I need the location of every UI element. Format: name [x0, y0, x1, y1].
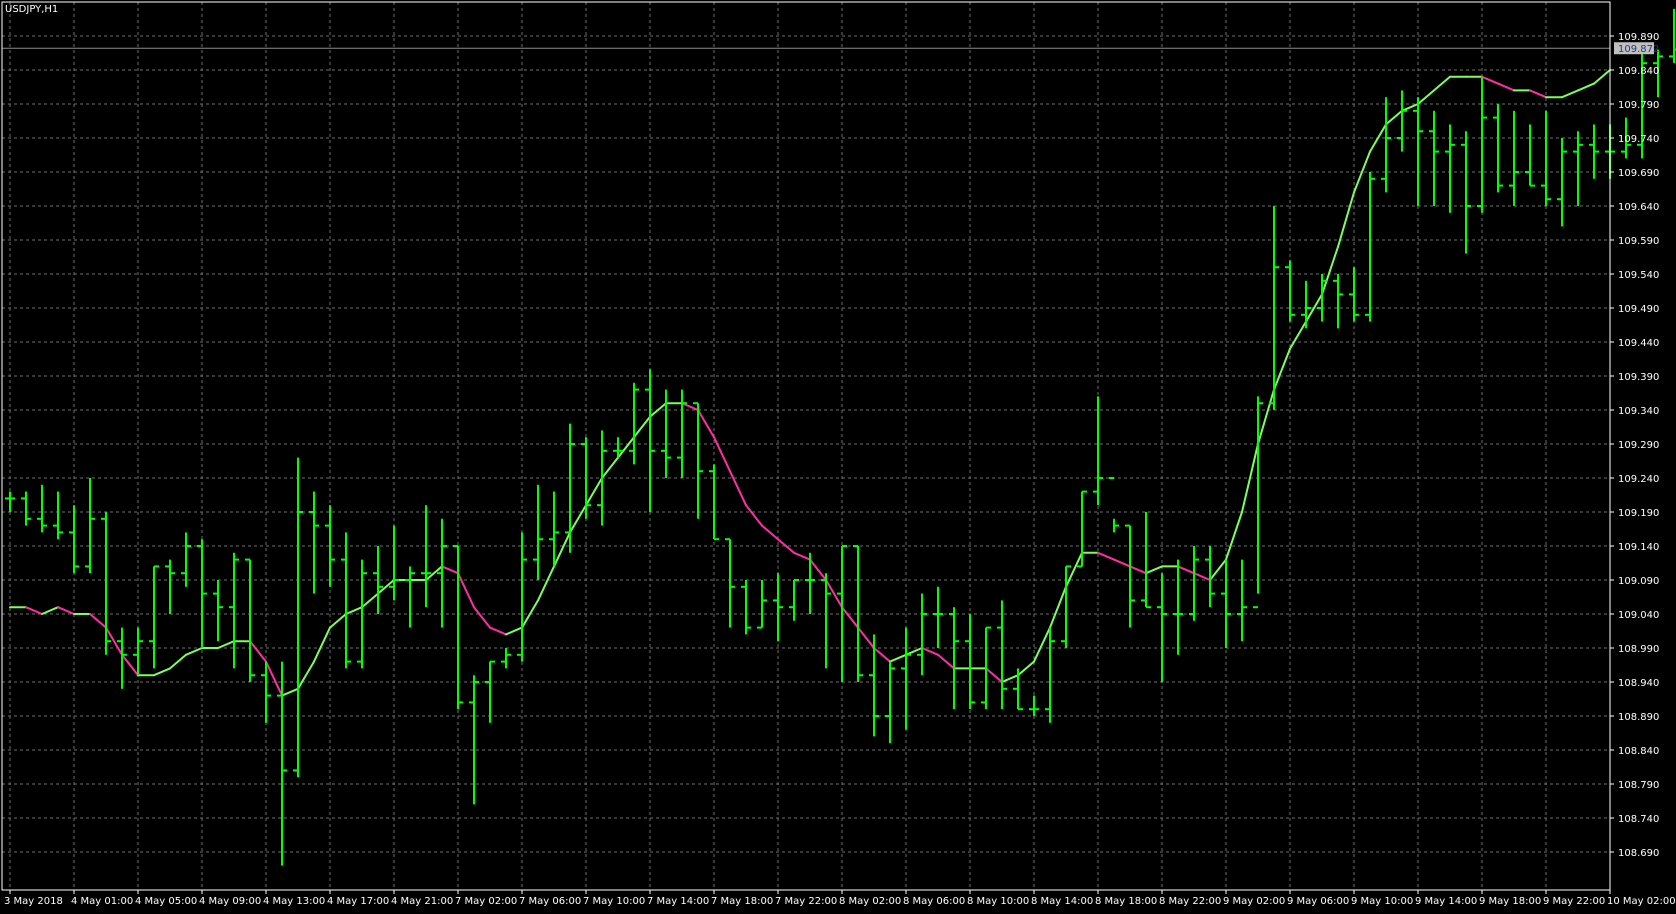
x-tick-label: 7 May 02:00	[455, 896, 517, 907]
y-tick-label: 109.890	[1618, 32, 1659, 43]
x-tick-label: 4 May 01:00	[71, 896, 133, 907]
x-tick-label: 9 May 14:00	[1415, 896, 1477, 907]
y-tick-label: 109.740	[1618, 134, 1659, 145]
x-tick-label: 9 May 10:00	[1351, 896, 1413, 907]
x-tick-label: 9 May 18:00	[1479, 896, 1541, 907]
x-tick-label: 8 May 06:00	[903, 896, 965, 907]
y-tick-label: 109.840	[1618, 66, 1659, 77]
y-tick-label: 109.440	[1618, 338, 1659, 349]
chart-window: 109.890 109.840 109.790 109.740 109.690 109.6…	[0, 0, 1676, 910]
x-tick-label: 8 May 14:00	[1031, 896, 1093, 907]
x-tick-label: 7 May 06:00	[519, 896, 581, 907]
x-tick-label: 9 May 22:00	[1543, 896, 1605, 907]
y-tick-label: 109.190	[1618, 508, 1659, 519]
x-tick-label: 4 May 13:00	[263, 896, 325, 907]
x-tick-label: 4 May 21:00	[391, 896, 453, 907]
y-tick-label: 109.540	[1618, 270, 1659, 281]
price-chart[interactable]: 109.890 109.840 109.790 109.740 109.690 109.6…	[0, 0, 1676, 910]
x-tick-label: 4 May 17:00	[327, 896, 389, 907]
y-tick-label: 109.790	[1618, 100, 1659, 111]
y-tick-label: 108.740	[1618, 814, 1659, 825]
y-tick-label: 109.690	[1618, 168, 1659, 179]
current-price-label: 109.872	[1618, 44, 1659, 55]
x-tick-label: 9 May 06:00	[1287, 896, 1349, 907]
y-tick-label: 108.790	[1618, 780, 1659, 791]
chart-background	[0, 0, 1676, 910]
y-tick-label: 109.140	[1618, 542, 1659, 553]
x-tick-label: 7 May 18:00	[711, 896, 773, 907]
y-tick-label: 108.690	[1618, 848, 1659, 859]
x-tick-label: 8 May 10:00	[967, 896, 1029, 907]
x-tick-label: 4 May 09:00	[199, 896, 261, 907]
x-tick-label: 4 May 05:00	[135, 896, 197, 907]
symbol-title: USDJPY,H1	[5, 4, 58, 15]
y-tick-label: 108.840	[1618, 746, 1659, 757]
y-tick-label: 109.090	[1618, 576, 1659, 587]
y-tick-label: 108.940	[1618, 678, 1659, 689]
y-tick-label: 109.240	[1618, 474, 1659, 485]
x-tick-label: 7 May 22:00	[775, 896, 837, 907]
x-tick-label: 7 May 10:00	[583, 896, 645, 907]
y-tick-label: 109.040	[1618, 610, 1659, 621]
y-tick-label: 109.290	[1618, 440, 1659, 451]
y-tick-label: 108.890	[1618, 712, 1659, 723]
x-tick-label: 8 May 02:00	[839, 896, 901, 907]
x-tick-label: 8 May 22:00	[1159, 896, 1221, 907]
y-tick-label: 109.590	[1618, 236, 1659, 247]
x-tick-label: 7 May 14:00	[647, 896, 709, 907]
y-tick-label: 109.340	[1618, 406, 1659, 417]
y-tick-label: 109.390	[1618, 372, 1659, 383]
x-tick-label: 3 May 2018	[4, 896, 63, 907]
y-tick-label: 109.640	[1618, 202, 1659, 213]
x-tick-label: 10 May 02:00	[1607, 896, 1676, 907]
y-tick-label: 108.990	[1618, 644, 1659, 655]
x-tick-label: 9 May 02:00	[1223, 896, 1285, 907]
y-tick-label: 109.490	[1618, 304, 1659, 315]
x-tick-label: 8 May 18:00	[1095, 896, 1157, 907]
